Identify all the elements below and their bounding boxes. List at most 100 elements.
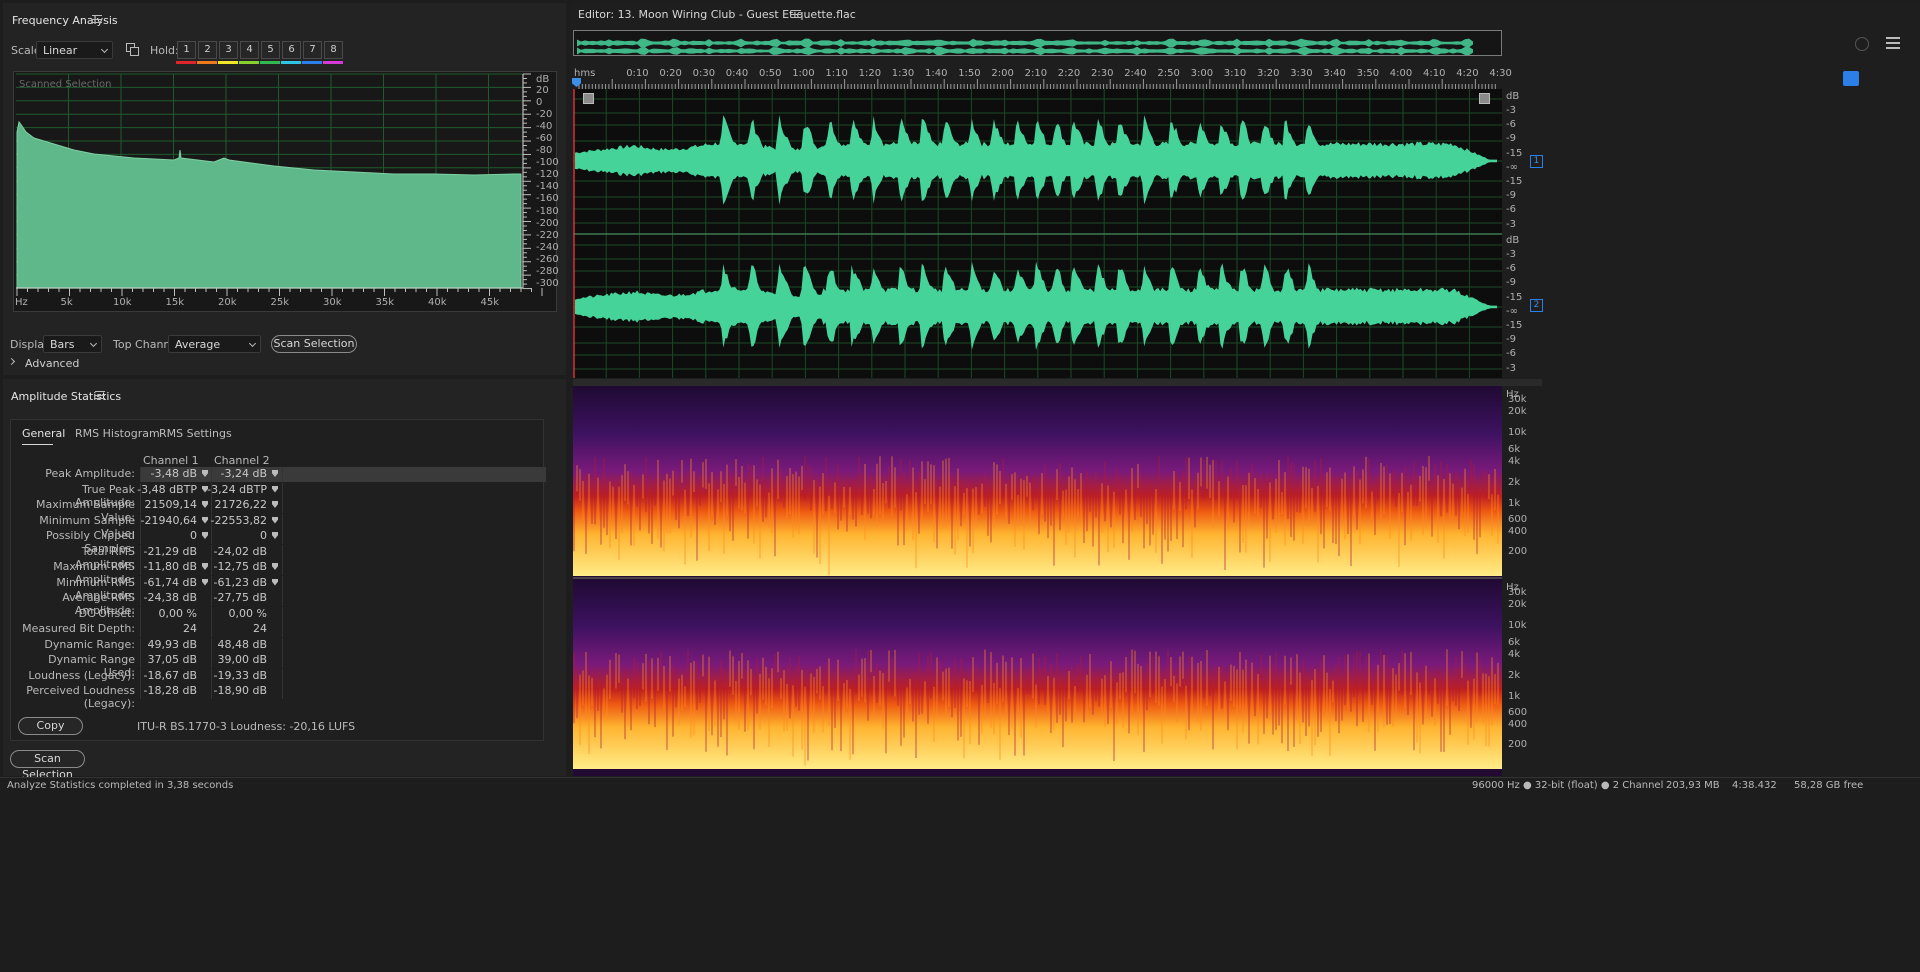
spectrogram-band	[1062, 677, 1064, 748]
db-tick-label: -∞	[1506, 305, 1518, 317]
list-view-icon[interactable]	[1886, 37, 1900, 49]
chevron-right-icon[interactable]	[7, 357, 16, 366]
spectrogram-band	[903, 681, 905, 738]
db-tick-label: -40	[536, 121, 553, 133]
spectrogram-band	[1467, 680, 1469, 745]
spectrogram-band	[1179, 656, 1181, 687]
spectrogram-band	[1191, 656, 1193, 714]
fade-out-handle-icon[interactable]	[1479, 93, 1490, 104]
spectrogram-band	[819, 486, 821, 564]
hold-button-6[interactable]: 6	[282, 41, 301, 59]
hz-tick-label: 400	[1508, 719, 1528, 730]
hold-button-2[interactable]: 2	[198, 41, 217, 59]
spectrogram-band	[960, 658, 962, 737]
db-tick-label: -200	[536, 217, 559, 229]
spectrogram-band	[669, 478, 671, 534]
spectrogram-band	[1155, 489, 1157, 553]
time-tick-label: 1:50	[958, 68, 981, 79]
hold-button-7[interactable]: 7	[303, 41, 322, 59]
spectrogram-band	[1290, 657, 1292, 685]
waveform-overview[interactable]	[573, 30, 1502, 56]
spectrogram-band	[891, 659, 893, 696]
headphone-icon[interactable]	[1843, 71, 1859, 86]
spectrogram-band	[870, 650, 872, 673]
spectrogram-band	[1452, 483, 1454, 520]
scale-select[interactable]: Linear	[36, 41, 113, 59]
hold-color-swatch	[176, 61, 196, 64]
spectrogram-band	[1299, 490, 1301, 513]
stat-channel-2: -18,90 dB	[213, 684, 268, 697]
db-tick-label: -220	[536, 229, 559, 241]
spectrogram-band	[1122, 672, 1124, 729]
copy-button[interactable]: Copy	[18, 717, 83, 735]
scan-selection-button[interactable]: Scan Selection	[271, 335, 357, 353]
fade-in-handle-icon[interactable]	[583, 93, 594, 104]
spectrogram-band	[915, 492, 917, 569]
spectrogram-band	[1242, 669, 1244, 733]
spectrogram-band	[876, 463, 878, 528]
spectrogram-band	[1488, 474, 1490, 500]
spectrogram-band	[1056, 653, 1058, 723]
panel-menu-icon[interactable]	[791, 10, 801, 18]
cell-divider	[282, 684, 283, 699]
spectrogram-band	[1281, 492, 1283, 515]
hold-button-5[interactable]: 5	[261, 41, 280, 59]
spectrogram-band	[966, 680, 968, 708]
channel-badge[interactable]: 1	[1530, 155, 1543, 168]
time-tick-label: 4:00	[1389, 68, 1413, 79]
view-splitter[interactable]	[573, 379, 1542, 386]
spectrogram-band	[810, 466, 812, 511]
spectrogram-band	[1215, 460, 1217, 501]
scan-selection-button-stats[interactable]: Scan Selection	[10, 750, 85, 781]
advanced-toggle[interactable]: Advanced	[25, 357, 79, 370]
timeline-ruler[interactable]: hms 0:10 0:20 0:30 0:40 0:50 1:00 1:10 1:20 1:30 1…	[573, 68, 1512, 89]
status-bar: Analyze Statistics completed in 3,38 sec…	[0, 777, 1920, 972]
frequency-analysis-panel: Frequency Analysis Scale: Linear Hold: 1…	[3, 3, 566, 375]
hold-button-1[interactable]: 1	[177, 41, 196, 59]
frequency-graph: Scanned Selection dB 20 0 -20 -40 -60 -80 -100…	[13, 71, 559, 312]
spectrogram-band	[696, 485, 698, 561]
panel-menu-icon[interactable]	[95, 391, 105, 399]
spectrogram-band	[627, 678, 629, 725]
tab-general[interactable]: General	[22, 427, 65, 440]
tab-rms-histogram[interactable]: RMS Histogram	[75, 427, 160, 440]
spectrogram-band	[1080, 656, 1082, 682]
spectrogram-band	[1263, 667, 1265, 734]
spectrogram-band	[1158, 456, 1160, 483]
hold-button-3[interactable]: 3	[219, 41, 238, 59]
spectrogram-band	[738, 660, 740, 730]
spectrogram-band	[1104, 675, 1106, 727]
panel-menu-icon[interactable]	[92, 15, 102, 23]
cell-divider	[282, 544, 283, 560]
db-tick-label: -100	[536, 157, 559, 169]
spectrogram-band	[1266, 688, 1268, 719]
spectrogram-band	[1185, 456, 1187, 510]
spectrogram-band	[717, 489, 719, 520]
channel-badge[interactable]: 2	[1530, 299, 1543, 312]
spectrogram-band	[1434, 463, 1436, 497]
spectrogram-band	[1350, 489, 1352, 567]
display-select[interactable]: Bars	[43, 335, 102, 353]
spectrogram-view[interactable]	[573, 386, 1502, 776]
hold-button-8[interactable]: 8	[324, 41, 343, 59]
overlay-icon[interactable]	[126, 43, 139, 56]
spectrogram-band	[762, 457, 764, 522]
spectrogram-band	[642, 663, 644, 690]
spectrogram-band	[825, 664, 827, 695]
hold-color-swatch	[323, 61, 343, 64]
time-tick-label: 0:20	[659, 68, 682, 79]
hz-tick-label: 6k	[1508, 637, 1521, 648]
spectrogram-band	[615, 653, 617, 689]
spectrogram-band	[1128, 489, 1130, 560]
hold-button-4[interactable]: 4	[240, 41, 259, 59]
tab-rms-settings[interactable]: RMS Settings	[159, 427, 232, 440]
spectrogram-band	[648, 660, 650, 725]
spectrogram-band	[786, 476, 788, 519]
spectrogram-band	[1059, 462, 1061, 531]
waveform-view[interactable]	[573, 89, 1502, 378]
time-tick-label: 0:10	[626, 68, 649, 79]
db-unit-label: dB	[1506, 91, 1520, 102]
spectrogram-band	[1377, 664, 1379, 733]
zoom-icon[interactable]	[1855, 37, 1869, 51]
top-channel-select[interactable]: Average	[168, 335, 261, 353]
